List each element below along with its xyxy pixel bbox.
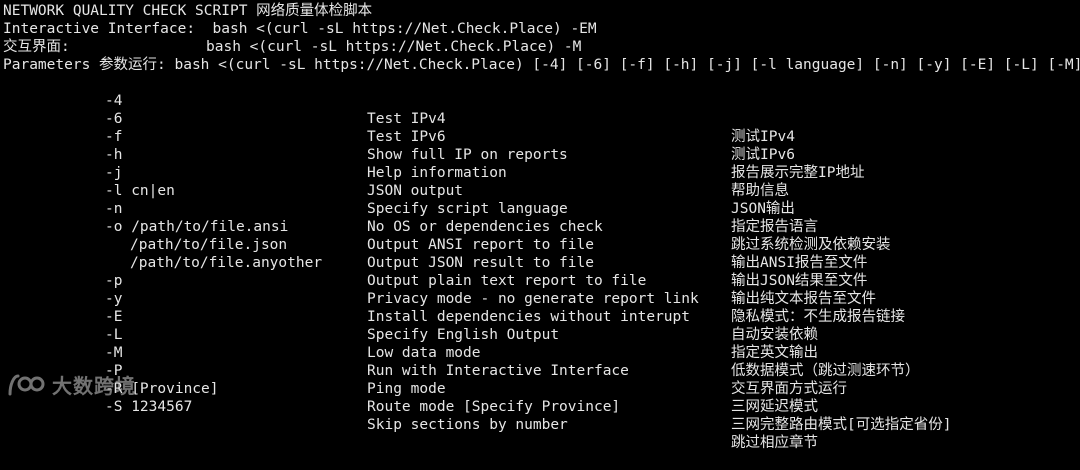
option-row: -j JSON output JSON输出 — [0, 146, 1080, 217]
interactive-zh-command: bash <(curl -sL https://Net.Check.Place)… — [206, 39, 582, 55]
interactive-command: bash <(curl -sL https://Net.Check.Place)… — [212, 21, 597, 37]
watermark: 大数跨境 — [6, 366, 136, 402]
option-row: -L Low data mode 低数据模式（跳过测速环节） — [0, 308, 1080, 379]
parameters-line: Parameters 参数运行: bash <(curl -sL https:/… — [3, 57, 1080, 73]
option-row: -h Help information 帮助信息 — [0, 128, 1080, 199]
option-description-en: Skip sections by number — [367, 417, 568, 433]
option-row: -l cn|en Specify script language 指定报告语言 — [0, 164, 1080, 235]
option-description-zh: 三网完整路由模式[可选指定省份] — [731, 417, 952, 433]
option-row: -R [Province] Route mode [Specify Provin… — [0, 362, 1080, 433]
option-row: -E Specify English Output 指定英文输出 — [0, 290, 1080, 361]
option-row: -y Install dependencies without interupt… — [0, 272, 1080, 343]
option-description-zh: 跳过相应章节 — [731, 435, 818, 451]
option-row: -S 1234567 Skip sections by number 跳过相应章… — [0, 380, 1080, 451]
option-description-zh: 三网延迟模式 — [731, 399, 818, 415]
interactive-interface-line: Interactive Interface: bash <(curl -sL h… — [3, 20, 597, 38]
option-row: -P Ping mode 三网延迟模式 — [0, 344, 1080, 415]
option-row: -f Show full IP on reports 报告展示完整IP地址 — [0, 110, 1080, 181]
interactive-interface-zh-line: 交互界面: bash <(curl -sL https://Net.Check.P… — [3, 38, 581, 56]
interactive-label: Interactive Interface: — [3, 21, 196, 37]
script-title: NETWORK QUALITY CHECK SCRIPT 网络质量体检脚本 — [3, 3, 373, 19]
option-row: -n No OS or dependencies check 跳过系统检测及依赖… — [0, 182, 1080, 253]
watermark-logo-icon — [6, 370, 46, 398]
option-row: -o /path/to/file.ansi Output ANSI report… — [0, 200, 1080, 271]
option-row: -6 Test IPv6 测试IPv6 — [0, 92, 1080, 163]
interactive-zh-label: 交互界面: — [3, 39, 70, 55]
option-row: /path/to/file.anyother Output plain text… — [0, 236, 1080, 307]
option-row: /path/to/file.json Output JSON result to… — [0, 218, 1080, 289]
option-row: -M Run with Interactive Interface 交互界面方式… — [0, 326, 1080, 397]
watermark-text: 大数跨境 — [52, 373, 136, 398]
option-row: -4 Test IPv4 测试IPv4 — [0, 74, 1080, 145]
terminal-window[interactable]: NETWORK QUALITY CHECK SCRIPT 网络质量体检脚本 In… — [0, 0, 1080, 451]
option-row: -p Privacy mode - no generate report lin… — [0, 254, 1080, 325]
option-description-en: Route mode [Specify Province] — [367, 399, 621, 415]
